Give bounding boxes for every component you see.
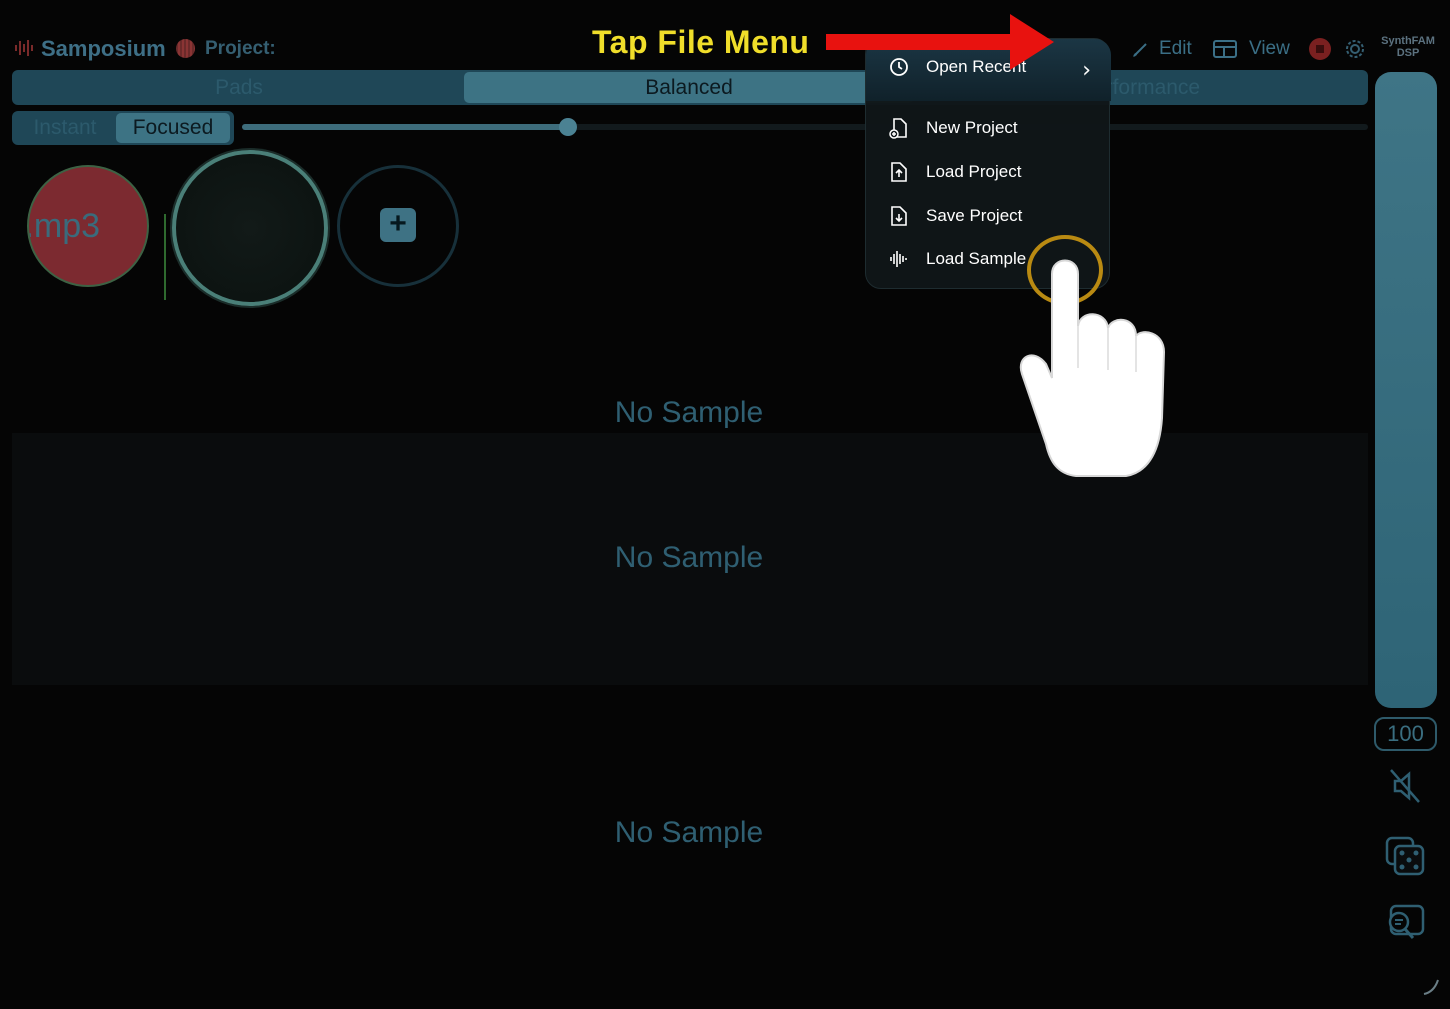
- doc-up-icon: [891, 162, 907, 182]
- menu-item-new-project[interactable]: New Project: [888, 113, 1098, 143]
- view-label: View: [1249, 38, 1290, 59]
- add-pad-button[interactable]: +: [380, 208, 416, 242]
- pad-size-slider-thumb[interactable]: [559, 118, 577, 136]
- search-chat-icon[interactable]: [1383, 902, 1427, 946]
- project-label[interactable]: Project:: [205, 38, 276, 60]
- pointing-hand-icon: [1019, 259, 1166, 477]
- tutorial-arrow-icon: [826, 14, 1054, 70]
- brand-line2: DSP: [1396, 47, 1420, 59]
- menu-item-load-project[interactable]: Load Project: [888, 157, 1098, 187]
- pad-focus-marker: [164, 214, 166, 300]
- waveform-icon: [890, 251, 907, 267]
- tab-pads[interactable]: Pads: [16, 72, 462, 103]
- speaker-mute-icon[interactable]: [1383, 764, 1427, 808]
- menu-item-label: Load Sample: [926, 249, 1027, 268]
- chevron-right-icon: ›: [1082, 58, 1091, 83]
- doc-plus-icon: [889, 118, 907, 139]
- sample-pad-active[interactable]: ı.mp3: [27, 165, 149, 287]
- edit-label: Edit: [1159, 38, 1192, 59]
- pad-size-slider-fill: [242, 124, 568, 130]
- stop-button[interactable]: [1309, 38, 1331, 60]
- mode-segmented-control: Instant Focused: [12, 111, 234, 145]
- track-empty-label: No Sample: [614, 816, 764, 849]
- app-name: Samposium: [41, 36, 166, 61]
- gear-icon[interactable]: [1343, 37, 1367, 61]
- doc-down-icon: [891, 206, 907, 226]
- menu-item-label: New Project: [926, 118, 1018, 137]
- sample-pad-focused[interactable]: [172, 150, 328, 306]
- sample-pad-label: ı.mp3: [27, 207, 101, 245]
- layout-icon: [1213, 40, 1237, 58]
- tutorial-caption: Tap File Menu: [592, 24, 810, 60]
- menu-item-save-project[interactable]: Save Project: [888, 201, 1098, 231]
- pencil-icon: [1133, 43, 1147, 57]
- tab-balanced[interactable]: Balanced: [464, 72, 914, 103]
- brand-logo: SynthFAM DSP: [1376, 35, 1440, 59]
- waveform-logo-icon: [15, 40, 33, 56]
- track-empty-label: No Sample: [614, 396, 764, 429]
- dice-icon[interactable]: [1383, 834, 1427, 878]
- track-empty-label: No Sample: [614, 541, 764, 574]
- volume-value: 100: [1374, 717, 1437, 751]
- menu-item-label: Save Project: [926, 206, 1023, 225]
- view-menu-button[interactable]: View: [1213, 37, 1290, 61]
- edit-menu-button[interactable]: Edit: [1131, 37, 1192, 61]
- record-indicator-icon[interactable]: [176, 39, 195, 58]
- resize-handle-icon[interactable]: [1420, 974, 1444, 998]
- menu-item-label: Load Project: [926, 162, 1022, 181]
- brand-line1: SynthFAM: [1381, 35, 1435, 47]
- mode-instant[interactable]: Instant: [16, 113, 114, 143]
- mode-focused[interactable]: Focused: [116, 113, 230, 143]
- volume-slider[interactable]: [1375, 72, 1437, 708]
- layout-segmented-control: Pads Balanced Performance: [12, 70, 1368, 105]
